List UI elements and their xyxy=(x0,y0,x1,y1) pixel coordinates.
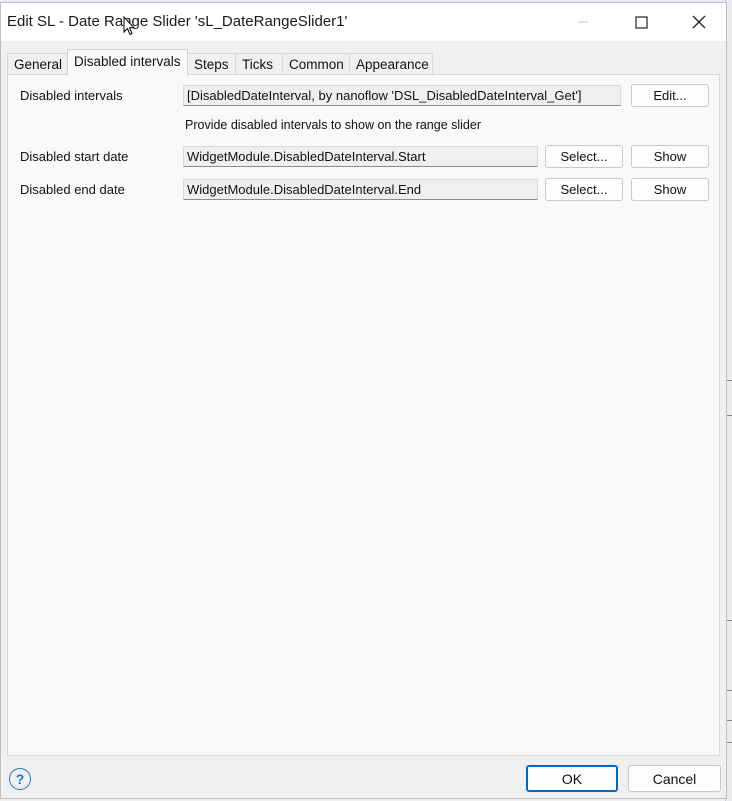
help-icon[interactable]: ? xyxy=(9,768,31,790)
ok-button[interactable]: OK xyxy=(526,765,618,792)
disabled-start-date-label: Disabled start date xyxy=(20,149,129,164)
disabled-intervals-hint: Provide disabled intervals to show on th… xyxy=(185,118,482,132)
disabled-start-date-field[interactable]: WidgetModule.DisabledDateInterval.Start xyxy=(183,146,538,167)
edit-button[interactable]: Edit... xyxy=(631,84,709,107)
disabled-end-date-field[interactable]: WidgetModule.DisabledDateInterval.End xyxy=(183,179,538,200)
disabled-end-date-label: Disabled end date xyxy=(20,182,125,197)
maximize-icon xyxy=(634,15,648,29)
tab-panel-disabled-intervals: Disabled intervals [DisabledDateInterval… xyxy=(7,74,720,756)
minimize-icon xyxy=(578,21,588,23)
end-date-show-button[interactable]: Show xyxy=(631,178,709,201)
cancel-button[interactable]: Cancel xyxy=(628,765,721,792)
tab-ticks[interactable]: Ticks xyxy=(235,53,283,74)
minimize-button[interactable] xyxy=(554,3,612,41)
tab-steps[interactable]: Steps xyxy=(187,53,236,74)
tab-appearance[interactable]: Appearance xyxy=(349,53,433,74)
tab-disabled-intervals[interactable]: Disabled intervals xyxy=(67,49,188,75)
tab-common[interactable]: Common xyxy=(282,53,350,74)
close-button[interactable] xyxy=(670,3,728,41)
disabled-intervals-label: Disabled intervals xyxy=(20,88,123,103)
mouse-cursor-icon xyxy=(123,16,135,36)
start-date-select-button[interactable]: Select... xyxy=(545,145,623,168)
end-date-select-button[interactable]: Select... xyxy=(545,178,623,201)
start-date-show-button[interactable]: Show xyxy=(631,145,709,168)
disabled-intervals-field[interactable]: [DisabledDateInterval, by nanoflow 'DSL_… xyxy=(183,85,621,106)
window-title: Edit SL - Date Range Slider 'sL_DateRang… xyxy=(7,13,348,30)
edit-dialog: Edit SL - Date Range Slider 'sL_DateRang… xyxy=(0,2,727,799)
tab-general[interactable]: General xyxy=(7,53,68,74)
maximize-button[interactable] xyxy=(612,3,670,41)
close-icon xyxy=(692,15,706,29)
title-bar: Edit SL - Date Range Slider 'sL_DateRang… xyxy=(1,3,726,41)
